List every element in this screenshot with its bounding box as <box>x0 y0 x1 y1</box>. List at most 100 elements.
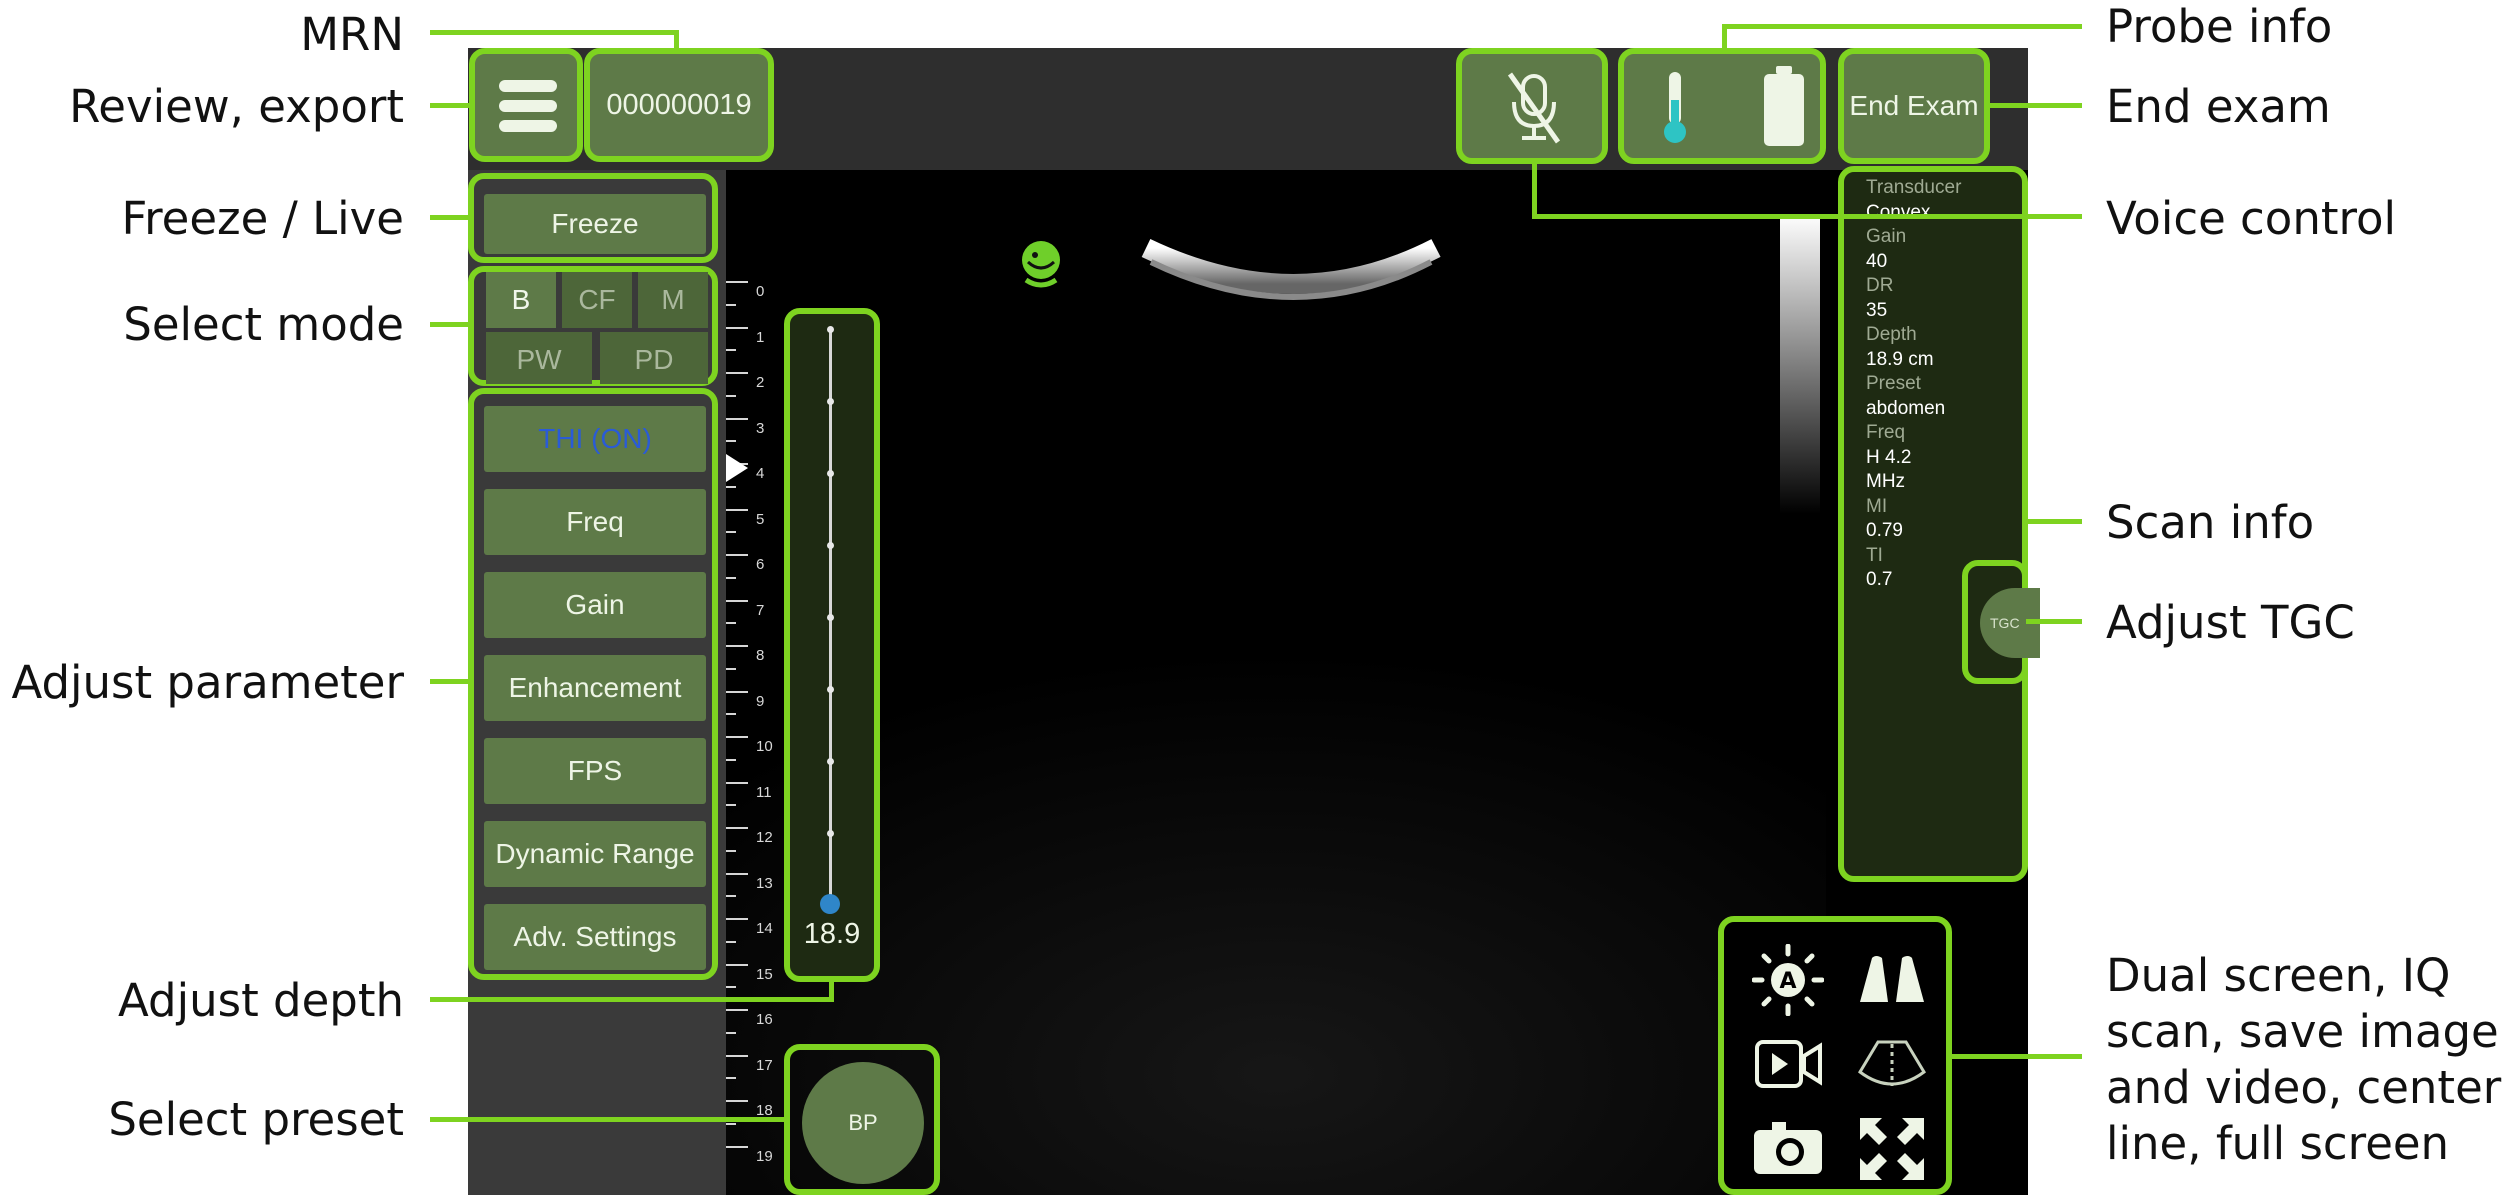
param-adv-settings[interactable]: Adv. Settings <box>484 904 706 970</box>
menu-icon <box>499 80 557 132</box>
scan-info-value: Convex <box>1866 201 1931 223</box>
dual-screen-icon[interactable] <box>1856 952 1928 1008</box>
callout-probe-info: Probe info <box>2106 0 2333 53</box>
scan-info-value: H 4.2 <box>1866 446 1912 468</box>
ruler-minor-tick <box>726 1077 736 1080</box>
ruler-major-tick <box>726 281 748 283</box>
callout-line-probe-drop <box>1722 24 1727 50</box>
ruler-label: 16 <box>756 1011 773 1028</box>
ruler-major-tick <box>726 918 748 920</box>
ruler-minor-tick <box>726 758 736 761</box>
freeze-button[interactable]: Freeze <box>484 194 706 254</box>
ruler-label: 19 <box>756 1147 773 1165</box>
scan-info-value: 0.79 <box>1866 520 1903 541</box>
callout-select-mode: Select mode <box>123 298 404 351</box>
tgc-highlight: TGC <box>1962 560 2040 684</box>
callout-bottom-tools: Dual screen, IQ scan, save image and vid… <box>2106 948 2501 1172</box>
auto-brightness-icon[interactable]: A <box>1752 944 1824 1016</box>
param-dynamic-range[interactable]: Dynamic Range <box>484 821 706 887</box>
depth-slider-thumb[interactable] <box>820 894 840 914</box>
callout-bottom-tools-line: line, full screen <box>2106 1117 2450 1170</box>
ruler-label: 2 <box>756 374 765 391</box>
ruler-label: 5 <box>756 510 765 528</box>
end-exam-label: End Exam <box>1849 90 1979 121</box>
depth-slider-tick <box>827 686 834 693</box>
param-fps[interactable]: FPS <box>484 738 706 804</box>
depth-slider-tick <box>827 614 834 621</box>
mode-pd[interactable]: PD <box>600 332 708 384</box>
ruler-major-tick <box>726 326 748 329</box>
callout-voice-control: Voice control <box>2106 192 2397 245</box>
mode-b[interactable]: B <box>486 272 556 328</box>
preset-button[interactable]: BP <box>802 1062 924 1184</box>
ruler-minor-tick <box>726 440 736 443</box>
scan-info-label: MI <box>1866 495 1888 517</box>
param-enhancement[interactable]: Enhancement <box>484 655 706 721</box>
ultrasound-image <box>726 238 1826 1195</box>
camera-icon[interactable] <box>1752 1118 1824 1178</box>
video-record-icon[interactable] <box>1754 1036 1824 1092</box>
callout-bottom-tools-line: Dual screen, IQ <box>2106 949 2451 1002</box>
ruler-label: 8 <box>756 647 765 664</box>
scan-info-panel: Transducer Convex Gain 40 DR 35 Depth 18.9 cm Pr… <box>1838 166 2028 882</box>
depth-focus-marker-icon[interactable] <box>724 452 750 484</box>
scan-info-label: TI <box>1866 544 1883 566</box>
callout-adjust-parameter: Adjust parameter <box>11 656 404 709</box>
brand-logo-icon <box>1022 241 1060 288</box>
param-thi[interactable]: THI (ON) <box>484 406 706 472</box>
menu-button[interactable] <box>469 48 583 162</box>
param-gain[interactable]: Gain <box>484 572 706 638</box>
scan-info-label: Gain <box>1866 226 1907 247</box>
ruler-label: 4 <box>756 465 765 482</box>
depth-slider-tick <box>827 398 834 405</box>
ruler-minor-tick <box>726 1122 736 1125</box>
mrn-field[interactable]: 000000019 <box>584 48 774 162</box>
ruler-major-tick <box>726 736 748 738</box>
ruler-minor-tick <box>726 576 736 579</box>
ruler-label: 13 <box>756 874 773 892</box>
ruler-label: 0 <box>756 283 765 300</box>
ruler-minor-tick <box>726 804 736 807</box>
callout-line-mrn-drop <box>674 30 679 50</box>
end-exam-button[interactable]: End Exam <box>1838 48 1990 164</box>
thermometer-icon <box>1664 72 1686 143</box>
callout-line-voice <box>1532 214 2082 219</box>
param-freq[interactable]: Freq <box>484 489 706 555</box>
depth-slider[interactable]: 18.9 <box>784 308 880 982</box>
mic-off-icon <box>1507 72 1561 144</box>
ruler-label: 14 <box>756 920 773 937</box>
voice-control-button[interactable] <box>1456 48 1608 164</box>
ruler-major-tick <box>726 872 748 875</box>
callout-line-mrn <box>430 30 678 35</box>
depth-slider-tick <box>827 830 834 837</box>
ruler-major-tick <box>726 372 748 374</box>
ruler-minor-tick <box>726 531 736 534</box>
ruler-minor-tick <box>726 667 736 670</box>
mode-m[interactable]: M <box>638 272 708 328</box>
depth-slider-tick <box>827 470 834 477</box>
ruler-major-tick <box>726 827 748 829</box>
callout-line-preset <box>430 1117 788 1122</box>
ruler-minor-tick <box>726 713 736 716</box>
mode-pw[interactable]: PW <box>486 332 592 384</box>
ruler-label: 11 <box>756 783 772 801</box>
ruler-minor-tick <box>726 349 736 352</box>
ruler-label: 3 <box>756 419 765 437</box>
depth-slider-tick <box>827 326 834 333</box>
callout-line-probe <box>1722 24 2082 29</box>
preset-highlight: BP <box>784 1044 940 1195</box>
ruler-minor-tick <box>726 1031 736 1034</box>
callout-line-depth <box>430 997 834 1002</box>
callout-adjust-tgc: Adjust TGC <box>2106 596 2355 649</box>
mode-cf[interactable]: CF <box>562 272 632 328</box>
scan-info-value: 35 <box>1866 299 1888 321</box>
ruler-major-tick <box>726 508 748 511</box>
scan-info-label: Freq <box>1866 422 1906 443</box>
ruler-label: 17 <box>756 1056 773 1074</box>
center-line-icon[interactable] <box>1856 1034 1928 1094</box>
ruler-major-tick <box>726 1100 748 1102</box>
fullscreen-icon[interactable] <box>1858 1116 1926 1182</box>
ruler-label: 7 <box>756 601 765 619</box>
callout-mrn: MRN <box>300 8 404 61</box>
ruler-major-tick <box>726 554 748 556</box>
